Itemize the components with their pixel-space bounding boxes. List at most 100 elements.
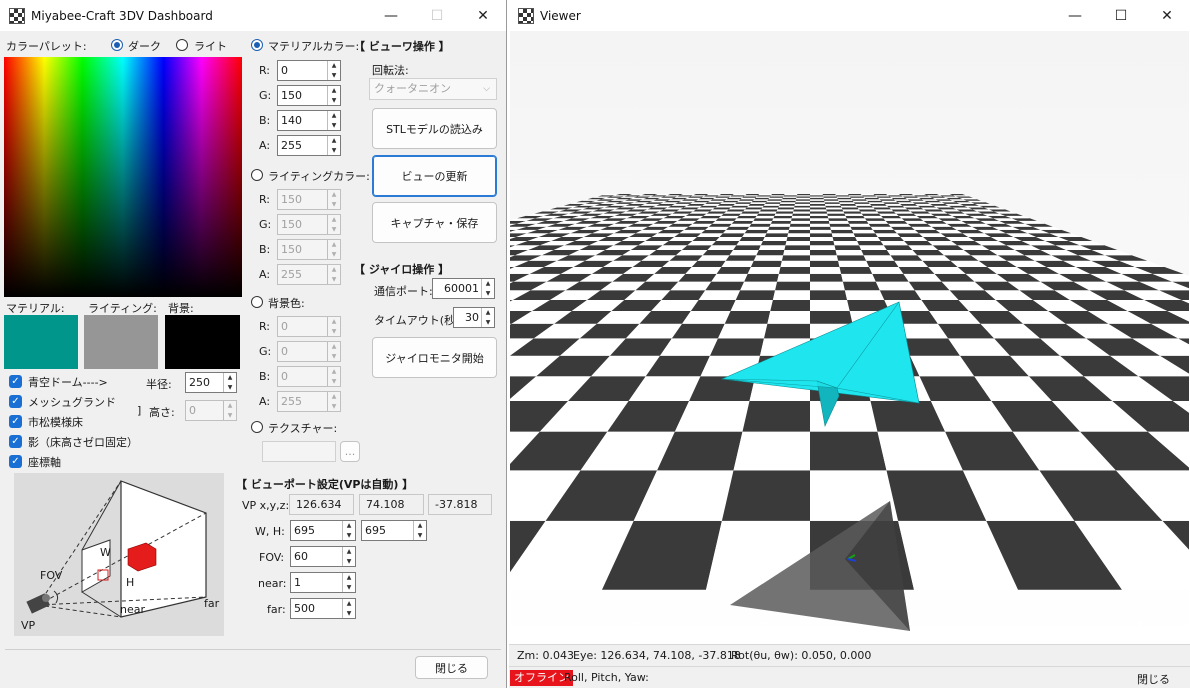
close-window-button[interactable]: ✕ bbox=[1144, 0, 1190, 31]
spin-down-icon[interactable]: ▼ bbox=[224, 383, 236, 393]
spin-up-icon[interactable]: ▲ bbox=[328, 61, 340, 71]
spin-down-icon[interactable]: ▼ bbox=[328, 146, 340, 156]
spin-down-icon[interactable]: ▼ bbox=[482, 318, 494, 328]
spin-down-icon[interactable]: ▼ bbox=[328, 121, 340, 131]
bg-color-radio[interactable] bbox=[251, 296, 263, 308]
spin-down-icon[interactable]: ▼ bbox=[343, 583, 355, 593]
lighting-color-r-input: 150 ▲ ▼ bbox=[277, 189, 341, 210]
spin-down-icon[interactable]: ▼ bbox=[328, 96, 340, 106]
diagram-vp-label: VP bbox=[21, 619, 36, 632]
floor-tile bbox=[810, 197, 824, 200]
floor-tile bbox=[744, 273, 779, 282]
capture-save-button[interactable]: キャプチャ・保存 bbox=[372, 202, 497, 243]
floor-tile bbox=[810, 300, 850, 311]
spin-up-icon[interactable]: ▲ bbox=[328, 111, 340, 121]
material-color-radio[interactable] bbox=[251, 39, 263, 51]
timeout-input[interactable]: 30 ▲ ▼ bbox=[453, 307, 495, 328]
width-input[interactable]: 695 ▲ ▼ bbox=[290, 520, 356, 541]
spin-up-icon[interactable]: ▲ bbox=[482, 279, 494, 289]
floor-tile bbox=[894, 260, 929, 267]
floor-tile bbox=[778, 205, 795, 208]
spin-down-icon[interactable]: ▼ bbox=[328, 71, 340, 81]
floor-tile bbox=[863, 215, 884, 219]
option-checkbox[interactable]: ✓ bbox=[9, 375, 22, 388]
floor-tile bbox=[810, 200, 825, 203]
option-checkbox[interactable]: ✓ bbox=[9, 395, 22, 408]
lighting-swatch[interactable] bbox=[84, 315, 158, 369]
floor-tile bbox=[736, 241, 763, 246]
spin-down-icon[interactable]: ▼ bbox=[343, 531, 355, 541]
floor-tile bbox=[827, 213, 846, 216]
floor-tile bbox=[897, 233, 923, 237]
maximize-button[interactable]: ☐ bbox=[1098, 0, 1144, 31]
floor-tile bbox=[887, 195, 903, 197]
theme-light-radio[interactable] bbox=[176, 39, 188, 51]
spin-up-icon[interactable]: ▲ bbox=[328, 86, 340, 96]
floor-tile bbox=[902, 205, 921, 208]
near-input[interactable]: 1 ▲ ▼ bbox=[290, 572, 356, 593]
load-stl-button[interactable]: STLモデルの読込み bbox=[372, 108, 497, 149]
floor-tile bbox=[884, 203, 903, 206]
floor-tile bbox=[810, 401, 878, 432]
dashboard-close-button[interactable]: 閉じる bbox=[415, 656, 488, 679]
floor-tile bbox=[918, 197, 936, 200]
height-vp-input[interactable]: 695 ▲ ▼ bbox=[361, 520, 427, 541]
material-color-r-input[interactable]: 0 ▲ ▼ bbox=[277, 60, 341, 81]
floor-tile bbox=[810, 241, 835, 246]
spin-up-icon[interactable]: ▲ bbox=[224, 373, 236, 383]
floor-tile bbox=[822, 194, 836, 196]
spin-up-icon[interactable]: ▲ bbox=[343, 547, 355, 557]
spin-up-icon[interactable]: ▲ bbox=[482, 308, 494, 318]
minimize-button[interactable]: — bbox=[1052, 0, 1098, 31]
floor-tile bbox=[698, 197, 715, 200]
floor-tile bbox=[796, 197, 810, 200]
spin-up-icon[interactable]: ▲ bbox=[414, 521, 426, 531]
floor-tile bbox=[725, 255, 757, 261]
radius-input[interactable]: 250 ▲ ▼ bbox=[185, 372, 237, 393]
material-swatch[interactable] bbox=[4, 315, 78, 369]
floor-tile bbox=[840, 203, 857, 206]
material-color-a-input[interactable]: 255 ▲ ▼ bbox=[277, 135, 341, 156]
port-input[interactable]: 60001 ▲ ▼ bbox=[432, 278, 495, 299]
floor-tile bbox=[826, 209, 844, 212]
near-label: near: bbox=[258, 577, 287, 590]
viewport-diagram: FOV W H near far VP bbox=[14, 473, 224, 636]
spin-up-icon[interactable]: ▲ bbox=[343, 599, 355, 609]
diagram-h-label: H bbox=[126, 576, 135, 589]
floor-tile bbox=[810, 220, 830, 224]
floor-tile bbox=[846, 218, 867, 221]
update-view-button[interactable]: ビューの更新 bbox=[372, 155, 497, 197]
minimize-button[interactable]: — bbox=[368, 0, 414, 31]
spin-up-icon[interactable]: ▲ bbox=[343, 521, 355, 531]
option-checkbox[interactable]: ✓ bbox=[9, 435, 22, 448]
option-checkbox[interactable]: ✓ bbox=[9, 415, 22, 428]
background-swatch[interactable] bbox=[165, 315, 240, 369]
material-color-g-input[interactable]: 150 ▲ ▼ bbox=[277, 85, 341, 106]
g-channel-label: G: bbox=[259, 345, 272, 358]
gyro-start-button[interactable]: ジャイロモニタ開始 bbox=[372, 337, 497, 378]
lighting-color-radio[interactable] bbox=[251, 169, 263, 181]
close-window-button[interactable]: ✕ bbox=[460, 0, 506, 31]
option-checkbox[interactable]: ✓ bbox=[9, 455, 22, 468]
spin-down-icon[interactable]: ▼ bbox=[343, 609, 355, 619]
spin-up-icon[interactable]: ▲ bbox=[328, 136, 340, 146]
spin-down-icon[interactable]: ▼ bbox=[482, 289, 494, 299]
far-input[interactable]: 500 ▲ ▼ bbox=[290, 598, 356, 619]
floor-tile bbox=[782, 197, 797, 200]
option-label: 市松模様床 bbox=[28, 416, 83, 429]
floor-tile bbox=[840, 205, 858, 208]
3d-viewport[interactable] bbox=[510, 31, 1189, 644]
spin-up-icon[interactable]: ▲ bbox=[343, 573, 355, 583]
floor-tile bbox=[684, 197, 702, 200]
floor-tile bbox=[888, 223, 912, 227]
floor-tile bbox=[877, 237, 905, 241]
spin-down-icon[interactable]: ▼ bbox=[343, 557, 355, 567]
spin-down-icon[interactable]: ▼ bbox=[414, 531, 426, 541]
viewer-titlebar: Viewer — ☐ ✕ bbox=[509, 0, 1190, 31]
fov-input[interactable]: 60 ▲ ▼ bbox=[290, 546, 356, 567]
material-color-b-input[interactable]: 140 ▲ ▼ bbox=[277, 110, 341, 131]
viewer-close-button[interactable]: 閉じる bbox=[1137, 671, 1170, 687]
texture-radio[interactable] bbox=[251, 421, 263, 433]
color-palette[interactable] bbox=[4, 57, 242, 297]
theme-dark-radio[interactable] bbox=[111, 39, 123, 51]
